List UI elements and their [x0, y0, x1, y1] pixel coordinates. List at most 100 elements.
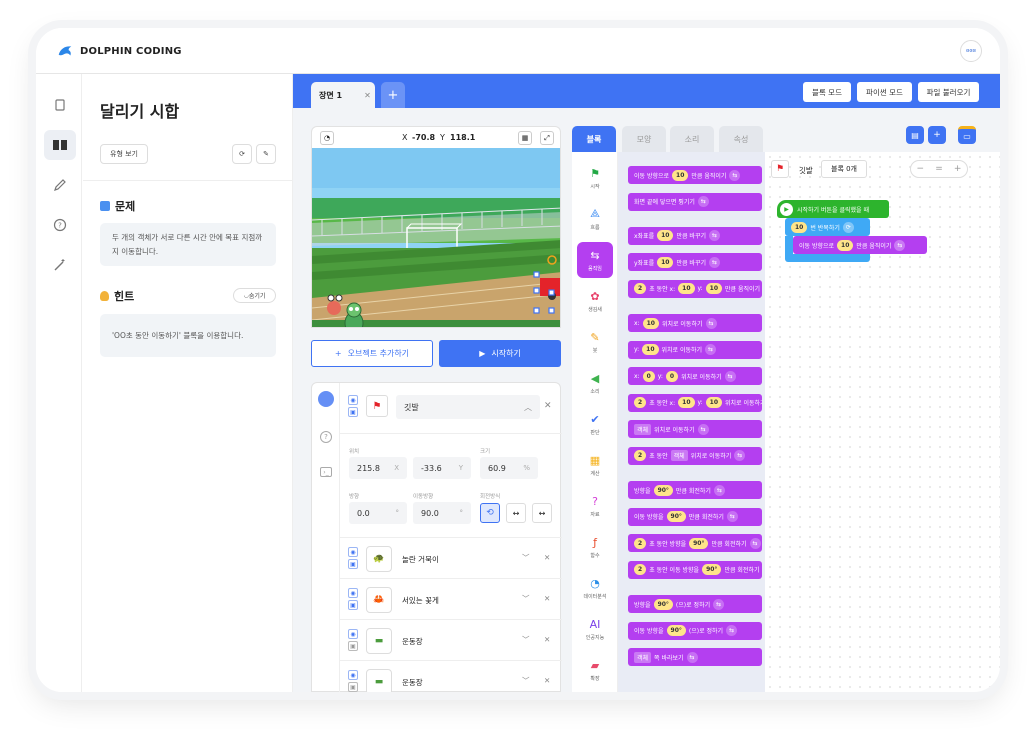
close-icon[interactable]: ✕: [544, 401, 552, 411]
block-number-input[interactable]: 90°: [702, 564, 722, 576]
move-block[interactable]: 이동 방향으로 10 만큼 움직이기 ⇆: [793, 236, 927, 254]
book-icon[interactable]: [44, 90, 76, 120]
visibility-icon[interactable]: ◉: [348, 547, 358, 557]
tab-shapes[interactable]: 모양: [622, 126, 666, 152]
category-0[interactable]: ⚑ 시작: [577, 160, 613, 196]
category-11[interactable]: AI 인공지능: [577, 611, 613, 647]
repeat-block[interactable]: 10 번 반복하기 ⟳: [785, 218, 870, 236]
block-number-input[interactable]: 0: [665, 370, 679, 382]
palette-block[interactable]: 2초 동안 객체 위치로 이동하기 ⇆: [628, 446, 762, 465]
block-number-input[interactable]: 2: [634, 450, 647, 462]
block-number-input[interactable]: 10: [678, 397, 695, 409]
chevron-down-icon[interactable]: ﹀: [522, 634, 530, 645]
block-number-input[interactable]: 10: [657, 256, 674, 268]
category-9[interactable]: ƒ 함수: [577, 529, 613, 565]
block-dropdown[interactable]: 객체: [634, 651, 652, 663]
visibility-icon[interactable]: ◉: [348, 395, 358, 405]
help-circle-icon[interactable]: ?: [320, 431, 332, 443]
tab-properties[interactable]: 속성: [719, 126, 763, 152]
edit-icon[interactable]: ✎: [256, 144, 276, 164]
refresh-icon[interactable]: ⟳: [232, 144, 252, 164]
rotate-free-icon[interactable]: ⟲: [480, 503, 500, 523]
category-4[interactable]: ✎ 붓: [577, 324, 613, 360]
block-number-input[interactable]: 90°: [653, 598, 673, 610]
palette-block[interactable]: 방향을 90° (으)로 정하기 ⇆: [628, 595, 762, 614]
repeat-count[interactable]: 10: [791, 221, 808, 233]
rotate-horizontal-icon[interactable]: ↔: [506, 503, 526, 523]
open-book-icon[interactable]: [44, 130, 76, 160]
visibility-icon[interactable]: ◉: [348, 629, 358, 639]
block-mode-button[interactable]: 블록 모드: [803, 82, 851, 102]
shapes-icon[interactable]: [318, 391, 334, 407]
object-name-field[interactable]: 깃발 ︿: [396, 395, 540, 419]
object-row[interactable]: ◉ ▣ ▬ 운동장 ﹀ ✕: [340, 619, 562, 660]
load-file-button[interactable]: 파일 불러오기: [918, 82, 979, 102]
close-icon[interactable]: ✕: [544, 635, 550, 644]
palette-block[interactable]: 이동 방향을 90° 만큼 회전하기 ⇆: [628, 507, 762, 526]
hint-hide-button[interactable]: ◡ 숨기기: [233, 288, 276, 303]
move-value[interactable]: 10: [837, 239, 854, 251]
lock-icon[interactable]: ▣: [348, 600, 358, 610]
start-button[interactable]: ▶ 시작하기: [439, 340, 561, 367]
lock-icon[interactable]: ▣: [348, 559, 358, 569]
y-position-field[interactable]: -33.6 Y: [413, 457, 471, 479]
chevron-down-icon[interactable]: ﹀: [522, 675, 530, 686]
category-12[interactable]: ▰ 확장: [577, 652, 613, 688]
block-number-input[interactable]: 10: [657, 230, 674, 242]
x-position-field[interactable]: 215.8 X: [349, 457, 407, 479]
rotate-none-icon[interactable]: ↔: [532, 503, 552, 523]
category-3[interactable]: ✿ 생김새: [577, 283, 613, 319]
palette-block[interactable]: 2초 동안 이동 방향을90°만큼 회전하기⇆: [628, 560, 762, 579]
chevron-down-icon[interactable]: ﹀: [522, 552, 530, 563]
help-circle-icon[interactable]: ?: [44, 210, 76, 240]
pencil-icon[interactable]: [44, 170, 76, 200]
direction-field[interactable]: 0.0 °: [349, 502, 407, 524]
block-number-input[interactable]: 2: [634, 283, 647, 295]
category-7[interactable]: ▦ 계산: [577, 447, 613, 483]
block-dropdown[interactable]: 객체: [634, 423, 652, 435]
palette-block[interactable]: 2초 동안 방향을 90° 만큼 회전하기 ⇆: [628, 534, 762, 553]
block-number-input[interactable]: 90°: [666, 625, 686, 637]
terminal-icon[interactable]: ›_: [320, 467, 332, 477]
block-number-input[interactable]: 10: [672, 169, 689, 181]
object-row[interactable]: ◉ ▣ ▬ 운동장 ﹀ ✕: [340, 660, 562, 692]
category-5[interactable]: ◀ 소리: [577, 365, 613, 401]
visibility-icon[interactable]: ◉: [348, 670, 358, 680]
palette-block[interactable]: y좌표를 10 만큼 바꾸기 ⇆: [628, 253, 762, 272]
palette-block[interactable]: y: 10 위치로 이동하기 ⇆: [628, 340, 762, 359]
block-number-input[interactable]: 10: [642, 317, 659, 329]
category-10[interactable]: ◔ 데이터분석: [577, 570, 613, 606]
magic-wand-icon[interactable]: [44, 250, 76, 280]
close-icon[interactable]: ✕: [544, 594, 550, 603]
backpack-icon[interactable]: ▭: [958, 126, 976, 144]
tab-sounds[interactable]: 소리: [670, 126, 714, 152]
grid-icon[interactable]: ▦: [518, 131, 532, 145]
block-number-input[interactable]: 10: [642, 344, 659, 356]
type-view-button[interactable]: 유형 보기: [100, 144, 148, 164]
block-dropdown[interactable]: 객체: [670, 450, 688, 462]
block-number-input[interactable]: 2: [634, 564, 647, 576]
close-icon[interactable]: ✕: [364, 91, 371, 100]
block-number-input[interactable]: 90°: [653, 484, 673, 496]
event-block[interactable]: ▶ 시작하기 버튼을 클릭했을 때: [777, 200, 889, 218]
fullscreen-icon[interactable]: ⤢: [540, 131, 554, 145]
category-1[interactable]: ⟁ 흐름: [577, 201, 613, 237]
close-icon[interactable]: ✕: [544, 676, 550, 685]
chevron-up-icon[interactable]: ︿: [524, 402, 532, 413]
block-number-input[interactable]: 10: [705, 283, 722, 295]
palette-block[interactable]: 객체 쪽 바라보기 ⇆: [628, 648, 762, 667]
block-number-input[interactable]: 2: [634, 537, 647, 549]
tab-scene-1[interactable]: 장면 1 ✕: [311, 82, 375, 108]
avatar[interactable]: ɞɞɞ: [960, 40, 982, 62]
code-workspace[interactable]: ⚑ 깃발 블록 0개 − = + ▶ 시작하기 버튼을 클릭했을 때 10 번 반복…: [765, 152, 1000, 692]
palette-block[interactable]: 방향을 90° 만큼 회전하기 ⇆: [628, 481, 762, 500]
chevron-down-icon[interactable]: ﹀: [522, 593, 530, 604]
palette-block[interactable]: 이동 방향을 90° (으)로 정하기 ⇆: [628, 621, 762, 640]
python-mode-button[interactable]: 파이썬 모드: [857, 82, 912, 102]
category-6[interactable]: ✔ 판단: [577, 406, 613, 442]
add-scene-button[interactable]: +: [381, 82, 405, 108]
lock-icon[interactable]: ▣: [348, 641, 358, 651]
palette-block[interactable]: 2초 동안 x:10y:10위치로 이동하기⇆: [628, 393, 762, 412]
lock-icon[interactable]: ▣: [348, 682, 358, 692]
speedometer-icon[interactable]: ◔: [320, 131, 334, 145]
